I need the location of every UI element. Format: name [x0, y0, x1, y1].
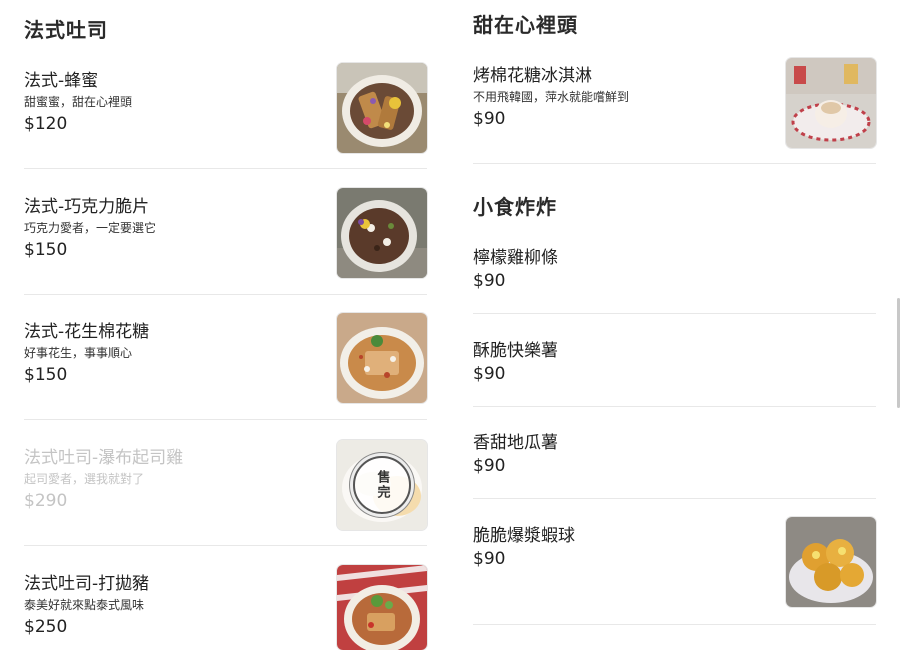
menu-item-sweet-potato-fries[interactable]: 香甜地瓜薯 $90: [473, 428, 876, 478]
divider: [473, 163, 876, 164]
item-desc: 甜蜜蜜，甜在心裡頭: [24, 95, 133, 109]
divider: [473, 406, 876, 407]
item-name: 香甜地瓜薯: [473, 433, 558, 453]
menu-item-peanut[interactable]: 法式-花生棉花糖 好事花生，事事順心 $150: [24, 313, 427, 409]
item-desc: 不用飛韓國，萍水就能嚐鮮到: [473, 90, 630, 104]
section-title-dessert: 甜在心裡頭: [473, 13, 578, 37]
item-desc: 好事花生，事事順心: [24, 346, 133, 360]
chocolate-toast-photo[interactable]: [337, 188, 427, 278]
item-price: $90: [473, 549, 506, 569]
marshmallow-icecream-photo[interactable]: [786, 58, 876, 148]
item-name: 法式吐司-打拋豬: [24, 574, 150, 594]
item-name: 檸檬雞柳條: [473, 248, 558, 268]
divider: [24, 168, 427, 169]
menu-item-marshmallow-icecream[interactable]: 烤棉花糖冰淇淋 不用飛韓國，萍水就能嚐鮮到 $90: [473, 58, 876, 153]
item-price: $90: [473, 109, 506, 129]
item-name: 法式-巧克力脆片: [24, 197, 150, 217]
divider: [473, 313, 876, 314]
item-desc: 起司愛者，選我就對了: [24, 472, 145, 486]
item-price: $90: [473, 456, 506, 476]
menu-item-crispy-fries[interactable]: 酥脆快樂薯 $90: [473, 336, 876, 386]
divider: [473, 498, 876, 499]
item-price: $90: [473, 364, 506, 384]
menu-item-honey[interactable]: 法式-蜂蜜 甜蜜蜜，甜在心裡頭 $120: [24, 63, 427, 158]
item-name: 法式吐司-瀑布起司雞: [24, 448, 184, 468]
item-price: $290: [24, 491, 68, 511]
item-desc: 泰美好就來點泰式風味: [24, 598, 145, 612]
menu-item-basil-pork[interactable]: 法式吐司-打拋豬 泰美好就來點泰式風味 $250: [24, 565, 427, 650]
section-title-snacks: 小食炸炸: [473, 195, 557, 219]
item-price: $120: [24, 114, 68, 134]
item-name: 酥脆快樂薯: [473, 341, 558, 361]
item-price: $250: [24, 617, 68, 637]
basil-pork-toast-photo[interactable]: [337, 565, 427, 650]
item-name: 法式-蜂蜜: [24, 71, 99, 91]
item-price: $150: [24, 365, 68, 385]
menu-item-lemon-chicken[interactable]: 檸檬雞柳條 $90: [473, 243, 876, 293]
section-title-french-toast: 法式吐司: [24, 18, 108, 42]
cheese-chicken-toast-photo[interactable]: 售完: [337, 440, 427, 530]
divider: [24, 419, 427, 420]
item-name: 法式-花生棉花糖: [24, 322, 150, 342]
item-price: $150: [24, 240, 68, 260]
menu-item-shrimp-balls[interactable]: 脆脆爆漿蝦球 $90: [473, 517, 876, 613]
divider: [24, 545, 427, 546]
item-desc: 巧克力愛者，一定要選它: [24, 221, 157, 235]
menu-item-cheese-chicken[interactable]: 法式吐司-瀑布起司雞 起司愛者，選我就對了 $290 售完: [24, 440, 427, 535]
sold-out-badge: 售完: [353, 456, 411, 514]
item-name: 烤棉花糖冰淇淋: [473, 66, 592, 86]
menu-item-chocolate[interactable]: 法式-巧克力脆片 巧克力愛者，一定要選它 $150: [24, 188, 427, 284]
divider: [473, 624, 876, 625]
shrimp-ball-photo[interactable]: [786, 517, 876, 607]
peanut-toast-photo[interactable]: [337, 313, 427, 403]
item-price: $90: [473, 271, 506, 291]
item-name: 脆脆爆漿蝦球: [473, 526, 575, 546]
divider: [24, 294, 427, 295]
honey-toast-photo[interactable]: [337, 63, 427, 153]
